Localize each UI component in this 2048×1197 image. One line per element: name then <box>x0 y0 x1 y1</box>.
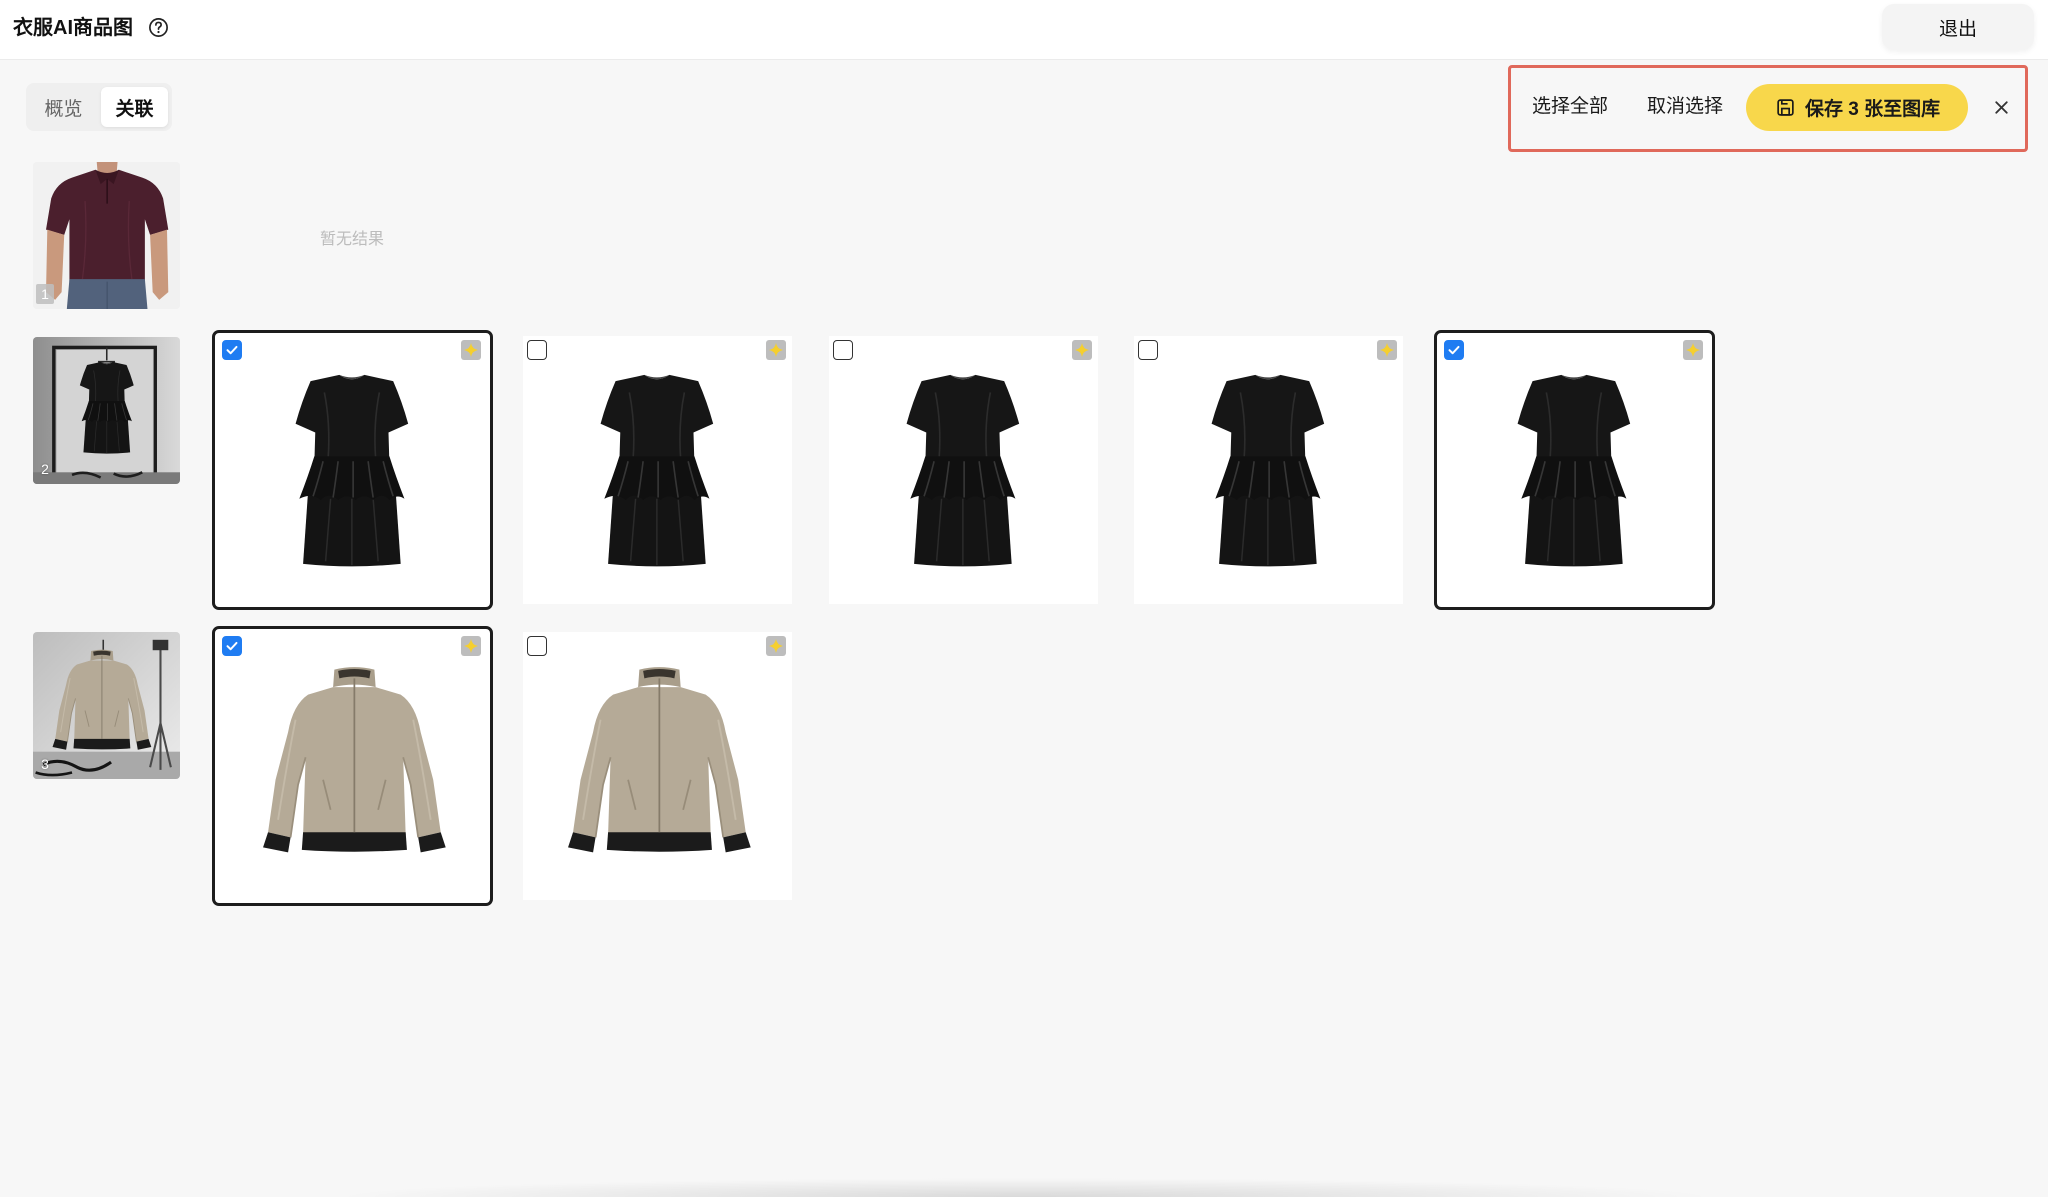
save-icon <box>1775 97 1796 118</box>
row-index-badge: 3 <box>41 756 49 772</box>
row-index-badge: 2 <box>41 461 49 477</box>
result-card[interactable] <box>823 330 1104 610</box>
sparkle-icon <box>1072 340 1092 360</box>
select-checkbox[interactable] <box>222 636 242 656</box>
selection-toolbar: 选择全部 取消选择 保存 3 张至图库 <box>1508 65 2028 152</box>
dress-image <box>1134 336 1403 604</box>
result-card[interactable] <box>517 626 798 906</box>
sparkle-icon <box>1377 340 1397 360</box>
source-thumbnail[interactable]: 3 <box>33 632 180 779</box>
polo-shirt-photo <box>33 162 180 309</box>
result-card[interactable] <box>1128 330 1409 610</box>
select-checkbox[interactable] <box>527 636 547 656</box>
view-tabs: 概览 关联 <box>26 83 172 131</box>
page-title: 衣服AI商品图 <box>13 17 133 39</box>
exit-button[interactable]: 退出 <box>1882 4 2034 50</box>
bottom-shadow <box>330 1178 1720 1197</box>
select-checkbox[interactable] <box>833 340 853 360</box>
result-card[interactable] <box>517 330 798 610</box>
sparkle-icon <box>461 636 481 656</box>
result-card[interactable] <box>212 626 493 906</box>
jacket-image <box>523 632 792 900</box>
save-button-label: 保存 3 张至图库 <box>1805 99 1941 120</box>
deselect-button[interactable]: 取消选择 <box>1647 94 1723 120</box>
empty-result-text: 暂无结果 <box>320 231 385 248</box>
select-checkbox[interactable] <box>1138 340 1158 360</box>
dress-image <box>829 336 1098 604</box>
jacket-image <box>218 632 487 900</box>
tab-association[interactable]: 关联 <box>101 87 168 127</box>
result-card[interactable] <box>212 330 493 610</box>
dress-image <box>523 336 792 604</box>
jacket-on-hanger-photo <box>33 632 180 779</box>
dress-image <box>218 336 487 604</box>
save-to-gallery-button[interactable]: 保存 3 张至图库 <box>1746 84 1968 131</box>
result-card[interactable] <box>1434 330 1715 610</box>
top-bar: 衣服AI商品图 退出 <box>0 0 2048 60</box>
tab-overview[interactable]: 概览 <box>30 87 97 127</box>
row-index-badge: 1 <box>36 284 54 304</box>
help-circle-icon[interactable] <box>148 17 169 38</box>
select-all-button[interactable]: 选择全部 <box>1532 94 1608 120</box>
sparkle-icon <box>766 636 786 656</box>
source-thumbnail[interactable]: 1 <box>33 162 180 309</box>
select-checkbox[interactable] <box>222 340 242 360</box>
dress-image <box>1440 336 1709 604</box>
sparkle-icon <box>1683 340 1703 360</box>
select-checkbox[interactable] <box>527 340 547 360</box>
source-thumbnail[interactable]: 2 <box>33 337 180 484</box>
sparkle-icon <box>766 340 786 360</box>
dress-on-stand-photo <box>33 337 180 484</box>
sparkle-icon <box>461 340 481 360</box>
close-icon[interactable] <box>1991 97 2012 118</box>
select-checkbox[interactable] <box>1444 340 1464 360</box>
